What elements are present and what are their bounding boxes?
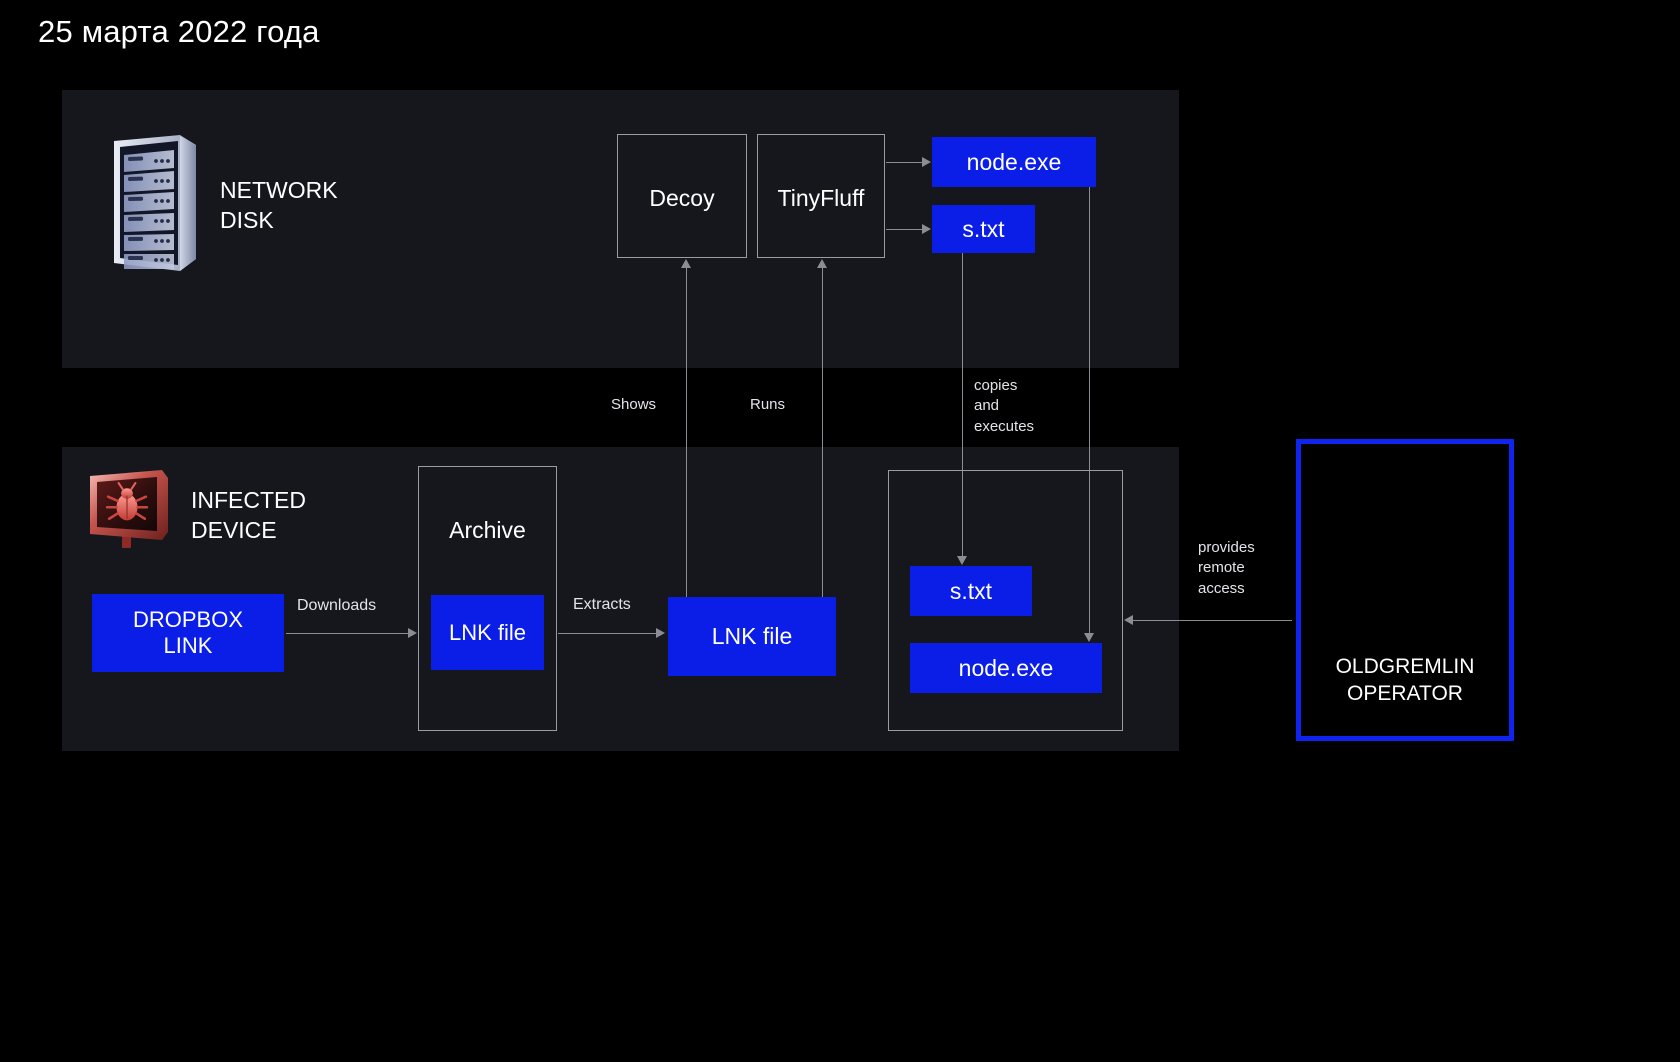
connector-tinyfluff-to-stxt (886, 229, 924, 230)
arrowhead-downloads (408, 628, 417, 638)
s-txt-network-box[interactable]: s.txt (932, 205, 1035, 253)
arrowhead-provides-remote-access (1124, 615, 1133, 625)
network-disk-label: NETWORK DISK (220, 175, 338, 236)
edge-label-runs: Runs (750, 395, 785, 415)
diagram-canvas: 25 марта 2022 года (0, 0, 1680, 873)
node-exe-device-box[interactable]: node.exe (910, 643, 1102, 693)
connector-downloads (286, 633, 410, 634)
connector-extracts (558, 633, 658, 634)
connector-lnk-to-decoy (686, 268, 687, 598)
edge-label-extracts: Extracts (573, 594, 631, 616)
archive-label: Archive (419, 517, 556, 544)
tinyfluff-label: TinyFluff (758, 185, 884, 212)
page-title: 25 марта 2022 года (38, 14, 320, 50)
edge-label-copies-and-executes: copies and executes (974, 376, 1034, 437)
oldgremlin-operator-label: OLDGREMLIN OPERATOR (1301, 654, 1509, 708)
connector-provides-remote-access (1132, 620, 1292, 621)
edge-label-shows: Shows (611, 395, 656, 415)
edge-label-downloads: Downloads (297, 595, 376, 617)
s-txt-device-box[interactable]: s.txt (910, 566, 1032, 616)
oldgremlin-operator-box[interactable]: OLDGREMLIN OPERATOR (1296, 439, 1514, 741)
arrowhead-lnk-to-decoy (681, 259, 691, 268)
dropbox-link-box[interactable]: DROPBOX LINK (92, 594, 284, 672)
arrowhead-tinyfluff-to-stxt (922, 224, 931, 234)
decoy-label: Decoy (618, 185, 746, 212)
connector-lnk-to-tinyfluff (822, 268, 823, 598)
infected-monitor-bug-icon (84, 466, 176, 558)
arrowhead-tinyfluff-to-nodeexe (922, 157, 931, 167)
lnk-file-extracted-box[interactable]: LNK file (668, 597, 836, 676)
arrowhead-lnk-to-tinyfluff (817, 259, 827, 268)
edge-label-provides-remote-access: provides remote access (1198, 538, 1255, 599)
server-rack-icon (110, 135, 200, 275)
decoy-box[interactable]: Decoy (617, 134, 747, 258)
connector-tinyfluff-to-nodeexe (886, 162, 924, 163)
infected-device-label: INFECTED DEVICE (191, 485, 306, 546)
lnk-file-in-archive-box[interactable]: LNK file (431, 595, 544, 670)
tinyfluff-box[interactable]: TinyFluff (757, 134, 885, 258)
node-exe-network-box[interactable]: node.exe (932, 137, 1096, 187)
arrowhead-extracts (656, 628, 665, 638)
